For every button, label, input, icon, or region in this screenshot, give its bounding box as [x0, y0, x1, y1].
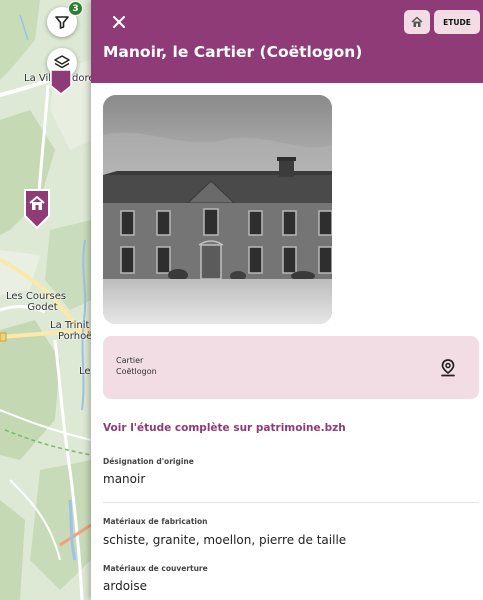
- map-marker-partial[interactable]: [49, 68, 73, 96]
- map-label-trinite-line1: La Trinit: [50, 320, 90, 331]
- map-label-le: Le: [79, 366, 91, 377]
- home-chip-button[interactable]: [404, 10, 430, 34]
- location-line-1: Cartier: [116, 356, 144, 365]
- field-label-designation: Désignation d'origine: [103, 457, 194, 466]
- etude-chip-button[interactable]: ETUDE: [434, 10, 480, 34]
- home-icon: [411, 16, 423, 27]
- close-icon: [113, 16, 125, 28]
- manor-photo[interactable]: [103, 95, 332, 324]
- field-label-materiaux: Matériaux de fabrication: [103, 517, 208, 526]
- map-label-courses-line2: Godet: [27, 302, 58, 313]
- map-label-trinite-line2: Porhoë: [58, 331, 93, 342]
- detail-panel: ETUDE Manoir, le Cartier (Coëtlogon) Car…: [91, 0, 483, 600]
- location-card: Cartier Coëtlogon: [103, 336, 479, 399]
- page-title: Manoir, le Cartier (Coëtlogon): [103, 43, 363, 61]
- map-marker-home[interactable]: [23, 188, 51, 230]
- filter-icon: [55, 16, 69, 29]
- close-button[interactable]: [108, 11, 130, 33]
- location-line-2: Coëtlogon: [116, 367, 157, 376]
- field-label-couverture: Matériaux de couverture: [103, 564, 208, 573]
- panel-header: ETUDE Manoir, le Cartier (Coëtlogon): [91, 0, 483, 83]
- divider: [103, 502, 479, 503]
- field-value-designation: manoir: [103, 472, 146, 486]
- field-value-materiaux: schiste, granite, moellon, pierre de tai…: [103, 533, 347, 547]
- study-link[interactable]: Voir l'étude complète sur patrimoine.bzh: [103, 422, 346, 434]
- map-pin-icon[interactable]: [439, 358, 457, 378]
- field-value-couverture: ardoise: [103, 579, 148, 593]
- filter-button[interactable]: 3: [47, 1, 83, 37]
- map-label-courses-line1: Les Courses: [6, 291, 67, 302]
- filter-count-badge: 3: [68, 1, 83, 16]
